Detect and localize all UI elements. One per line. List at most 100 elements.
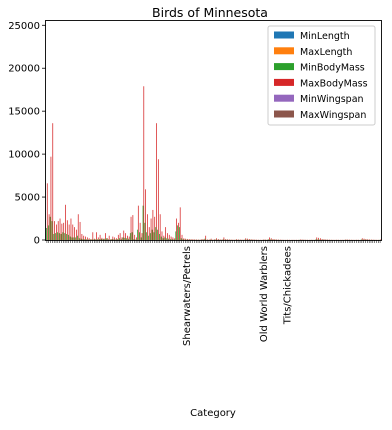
bar-max-body-mass (132, 215, 133, 240)
bar-min-body-mass (161, 237, 162, 240)
bar-max-body-mass (364, 239, 365, 240)
bar-max-body-mass (102, 238, 103, 240)
bar-max-body-mass (187, 239, 188, 240)
bar-max-body-mass (169, 235, 170, 240)
bar-max-body-mass (111, 239, 112, 240)
bar-max-body-mass (205, 236, 206, 240)
bar-min-body-mass (106, 238, 107, 240)
bar-min-body-mass (316, 239, 317, 240)
bar-min-body-mass (177, 225, 178, 240)
bar-max-body-mass (85, 237, 86, 240)
bar-max-body-mass (67, 220, 68, 240)
bar-max-body-mass (136, 237, 137, 240)
bar-max-body-mass (116, 238, 117, 240)
bar-min-body-mass (268, 239, 269, 240)
bar-min-body-mass (73, 237, 74, 240)
bar-max-body-mass (65, 205, 66, 240)
bar-min-body-mass (141, 237, 142, 240)
bar-max-body-mass (194, 239, 195, 240)
bar-max-body-mass (145, 189, 146, 240)
bar-max-body-mass (174, 238, 175, 240)
bar-min-body-mass (119, 238, 120, 240)
bar-min-body-mass (361, 239, 362, 240)
bar-max-body-mass (143, 86, 144, 240)
bar-max-body-mass (96, 232, 97, 240)
bar-max-body-mass (94, 239, 95, 240)
bar-max-body-mass (214, 239, 215, 240)
bar-max-body-mass (196, 239, 197, 240)
bar-max-body-mass (58, 221, 59, 240)
bar-min-body-mass (61, 234, 62, 240)
bar-max-body-mass (100, 235, 101, 240)
bar-min-body-mass (270, 239, 271, 240)
bar-max-body-mass (78, 214, 79, 240)
bar-max-body-mass (362, 238, 363, 240)
legend-swatch (274, 111, 294, 118)
x-tick-label: Tits/Chickadees (283, 246, 294, 325)
bar-min-body-mass (128, 239, 129, 240)
legend: MinLengthMaxLengthMinBodyMassMaxBodyMass… (268, 26, 375, 125)
legend-label: MaxBodyMass (300, 78, 368, 89)
y-tick-label: 0 (34, 236, 40, 247)
y-tick-label: 15000 (8, 107, 40, 118)
bar-max-body-mass (322, 239, 323, 240)
bar-min-body-mass (121, 239, 122, 240)
legend-swatch (274, 79, 294, 86)
bar-max-body-mass (54, 221, 55, 240)
bar-max-body-mass (72, 225, 73, 240)
bar-max-body-mass (182, 235, 183, 240)
bar-max-body-mass (367, 239, 368, 240)
bar-max-body-mass (229, 239, 230, 240)
bar-max-body-mass (154, 217, 155, 240)
bar-min-body-mass (163, 238, 164, 240)
bar-max-body-mass (162, 231, 163, 240)
bar-max-body-mass (203, 239, 204, 240)
bar-max-body-mass (225, 239, 226, 240)
bar-min-body-mass (95, 239, 96, 240)
bar-min-body-mass (139, 232, 140, 240)
y-tick-label: 25000 (8, 21, 40, 32)
bar-max-body-mass (49, 214, 50, 240)
bar-max-body-mass (51, 157, 52, 240)
bar-max-body-mass (366, 239, 367, 240)
y-tick-label: 20000 (8, 64, 40, 75)
bar-min-body-mass (132, 232, 133, 240)
bar-max-body-mass (271, 238, 272, 240)
bar-max-body-mass (276, 239, 277, 240)
bar-max-body-mass (324, 239, 325, 240)
bar-min-body-mass (97, 239, 98, 240)
bar-min-body-mass (170, 239, 171, 240)
bar-max-body-mass (189, 239, 190, 240)
bar-min-body-mass (88, 239, 89, 240)
bar-max-body-mass (120, 233, 121, 240)
bar-min-body-mass (63, 232, 64, 240)
bar-min-body-mass (123, 237, 124, 240)
bar-max-body-mass (238, 239, 239, 240)
bar-min-body-mass (99, 239, 100, 240)
bar-max-body-mass (274, 239, 275, 240)
bar-max-body-mass (122, 237, 123, 240)
bar-max-body-mass (227, 239, 228, 240)
legend-swatch (274, 95, 294, 102)
bar-max-body-mass (171, 237, 172, 240)
bar-min-body-mass (183, 239, 184, 240)
bar-max-body-mass (325, 239, 326, 240)
bar-min-body-mass (146, 232, 147, 240)
bar-max-body-mass (176, 219, 177, 240)
bar-min-body-mass (205, 239, 206, 240)
bar-max-body-mass (114, 237, 115, 240)
bar-max-body-mass (320, 238, 321, 240)
bar-min-body-mass (77, 236, 78, 240)
legend-swatch (274, 32, 294, 39)
bar-max-body-mass (224, 237, 225, 240)
bar-max-body-mass (273, 239, 274, 240)
bar-max-body-mass (123, 231, 124, 240)
bar-min-body-mass (124, 238, 125, 240)
bar-max-body-mass (118, 235, 119, 240)
bar-max-body-mass (185, 239, 186, 240)
chart-title: Birds of Minnesota (152, 5, 268, 20)
bar-max-body-mass (127, 236, 128, 240)
bar-max-body-mass (83, 236, 84, 240)
bar-max-body-mass (82, 234, 83, 240)
bar-max-body-mass (69, 225, 70, 240)
